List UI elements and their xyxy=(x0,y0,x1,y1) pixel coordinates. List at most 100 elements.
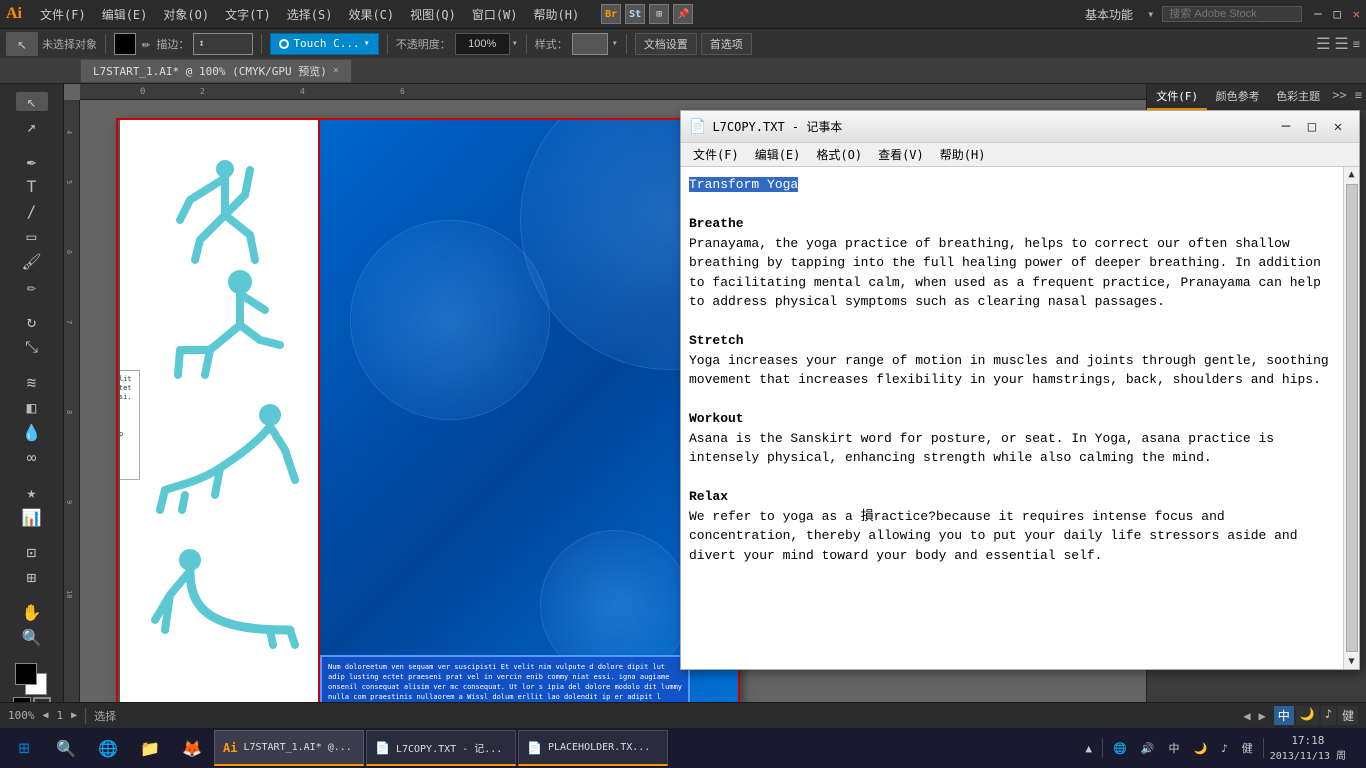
notepad-scrollbar[interactable]: ▲ ▼ xyxy=(1343,167,1359,669)
win-restore[interactable]: □ xyxy=(1334,7,1341,21)
edge-taskbar-icon[interactable]: 🌐 xyxy=(88,730,128,766)
fill-type-selector[interactable]: Touch C... ▾ xyxy=(270,33,378,55)
notepad-menu-help[interactable]: 帮助(H) xyxy=(932,144,994,165)
menu-select[interactable]: 选择(S) xyxy=(281,6,339,23)
rotate-tool[interactable]: ↻ xyxy=(16,312,48,331)
workspace-menu[interactable]: 基本功能 xyxy=(1079,6,1139,23)
ime-health[interactable]: 健 xyxy=(1338,706,1358,725)
opacity-input[interactable] xyxy=(455,33,510,55)
menu-window[interactable]: 窗口(W) xyxy=(466,6,524,23)
menu-effect[interactable]: 效果(C) xyxy=(342,6,400,23)
notepad-taskbar-app[interactable]: 📄 L7COPY.TXT - 记... xyxy=(366,730,516,766)
selection-tool[interactable]: ↖ xyxy=(16,92,48,111)
ime-box[interactable]: 中 xyxy=(1274,706,1294,725)
search-taskbar-icon[interactable]: 🔍 xyxy=(46,730,86,766)
gradient-tool[interactable]: ◧ xyxy=(16,398,48,417)
stock-search-input[interactable] xyxy=(1162,6,1302,22)
style-dropdown-icon[interactable]: ▾ xyxy=(612,38,618,49)
paintbrush-tool[interactable]: 🖌 xyxy=(16,252,48,271)
foreground-color-swatch[interactable] xyxy=(15,663,37,685)
notepad-maximize-btn[interactable]: □ xyxy=(1299,116,1325,138)
blend-tool[interactable]: ∞ xyxy=(16,448,48,467)
line-tool[interactable]: / xyxy=(16,202,48,221)
moon-icon[interactable]: 🌙 xyxy=(1189,742,1211,755)
status-scroll-right[interactable]: ▶ xyxy=(1259,709,1266,723)
hand-tool[interactable]: ✋ xyxy=(16,603,48,622)
notepad-close-btn[interactable]: ✕ xyxy=(1325,116,1351,138)
notepad-menu-edit[interactable]: 编辑(E) xyxy=(747,144,809,165)
status-scroll-left[interactable]: ◀ xyxy=(1243,709,1250,723)
menu-edit[interactable]: 编辑(E) xyxy=(96,6,154,23)
pin-icon[interactable]: 📌 xyxy=(673,4,693,24)
symbol-tool[interactable]: ★ xyxy=(16,483,48,502)
color-tab[interactable]: 文件(F) xyxy=(1147,84,1207,110)
notepad-text-area[interactable]: Transform Yoga Breathe Pranayama, the yo… xyxy=(681,167,1343,669)
win-close[interactable]: ✕ xyxy=(1353,7,1360,21)
explorer-taskbar-icon[interactable]: 📁 xyxy=(130,730,170,766)
scroll-down-btn[interactable]: ▼ xyxy=(1348,656,1354,667)
speaker-icon[interactable]: 🔊 xyxy=(1137,742,1159,755)
ime-moon[interactable]: 🌙 xyxy=(1296,706,1319,725)
menu-object[interactable]: 对象(O) xyxy=(157,6,215,23)
scroll-up-btn[interactable]: ▲ xyxy=(1348,169,1354,180)
color-guide-tab[interactable]: 颜色参考 xyxy=(1207,84,1267,110)
artboard-tool[interactable]: ⊡ xyxy=(16,543,48,562)
zoom-tool[interactable]: 🔍 xyxy=(16,628,48,647)
firefox-taskbar-icon[interactable]: 🦊 xyxy=(172,730,212,766)
page-nav-next[interactable]: ▶ xyxy=(71,710,77,721)
panel-extra-icon[interactable]: ≡ xyxy=(1351,84,1366,110)
doc-settings-btn[interactable]: 文档设置 xyxy=(635,33,697,55)
extension-icon-1[interactable]: Br xyxy=(601,4,621,24)
active-tab[interactable]: L7START_1.AI* @ 100% (CMYK/GPU 预览) × xyxy=(80,59,352,83)
type-tool[interactable]: T xyxy=(16,177,48,196)
preferences-btn[interactable]: 首选项 xyxy=(701,33,752,55)
menu-file[interactable]: 文件(F) xyxy=(34,6,92,23)
win-minimize[interactable]: ─ xyxy=(1314,7,1321,21)
scroll-thumb[interactable] xyxy=(1346,184,1358,652)
column-graph-tool[interactable]: 📊 xyxy=(16,508,48,527)
color-theme-tab[interactable]: 色彩主题 xyxy=(1268,84,1328,110)
opacity-dropdown-icon[interactable]: ▾ xyxy=(512,38,518,49)
fill-options-icon[interactable]: ✏ xyxy=(140,34,152,54)
fill-color[interactable] xyxy=(114,33,136,55)
eyedropper-tool[interactable]: 💧 xyxy=(16,423,48,442)
ime-punct[interactable]: ♪ xyxy=(1321,706,1336,725)
warp-tool[interactable]: ≋ xyxy=(16,373,48,392)
style-preview[interactable] xyxy=(572,33,608,55)
extension-icon-2[interactable]: St xyxy=(625,4,645,24)
align-left-icon[interactable]: ☰ xyxy=(1316,34,1330,53)
notepad-menu-file[interactable]: 文件(F) xyxy=(685,144,747,165)
menu-extra-icon[interactable]: ≡ xyxy=(1353,37,1360,51)
color-swatches[interactable] xyxy=(15,663,49,685)
placeholder-taskbar-app[interactable]: 📄 PLACEHOLDER.TX... xyxy=(518,730,668,766)
pencil-tool[interactable]: ✏ xyxy=(16,277,48,296)
health-icon[interactable]: 健 xyxy=(1238,740,1257,756)
notepad-minimize-btn[interactable]: ─ xyxy=(1273,116,1299,138)
sound-icon[interactable]: ♪ xyxy=(1217,742,1232,755)
tray-icons[interactable]: ▲ xyxy=(1081,742,1096,755)
panels-icon[interactable]: ☰ xyxy=(1334,34,1348,53)
select-tool[interactable]: ↖ xyxy=(6,32,38,56)
notepad-menu-view[interactable]: 查看(V) xyxy=(870,144,932,165)
direct-selection-tool[interactable]: ↗ xyxy=(16,117,48,136)
menu-view[interactable]: 视图(Q) xyxy=(404,6,462,23)
notepad-title-bar[interactable]: 📄 L7COPY.TXT - 记事本 ─ □ ✕ xyxy=(681,111,1359,143)
clock[interactable]: 17:18 2013/11/13 周 xyxy=(1270,734,1346,762)
page-nav-prev[interactable]: ◀ xyxy=(43,710,49,721)
pen-tool[interactable]: ✒ xyxy=(16,152,48,171)
tab-close-btn[interactable]: × xyxy=(333,65,339,76)
network-icon[interactable]: 🌐 xyxy=(1109,742,1131,755)
menu-text[interactable]: 文字(T) xyxy=(219,6,277,23)
panel-menu-icon[interactable]: >> xyxy=(1328,84,1350,110)
illustrator-taskbar-app[interactable]: Ai L7START_1.AI* @... xyxy=(214,730,364,766)
scale-tool[interactable]: ⤡ xyxy=(16,337,48,357)
stroke-options[interactable]: ↕ xyxy=(193,33,253,55)
grid-icon[interactable]: ⊞ xyxy=(649,4,669,24)
menu-help[interactable]: 帮助(H) xyxy=(528,6,586,23)
rect-tool[interactable]: ▭ xyxy=(16,227,48,246)
notepad-menu-format[interactable]: 格式(O) xyxy=(808,144,870,165)
start-button[interactable]: ⊞ xyxy=(4,730,44,766)
left-text-box[interactable]: Num doloreetum ven sequam ver suscipisti… xyxy=(120,370,140,480)
input-method-icon[interactable]: 中 xyxy=(1164,740,1183,756)
slice-tool[interactable]: ⊞ xyxy=(16,568,48,587)
